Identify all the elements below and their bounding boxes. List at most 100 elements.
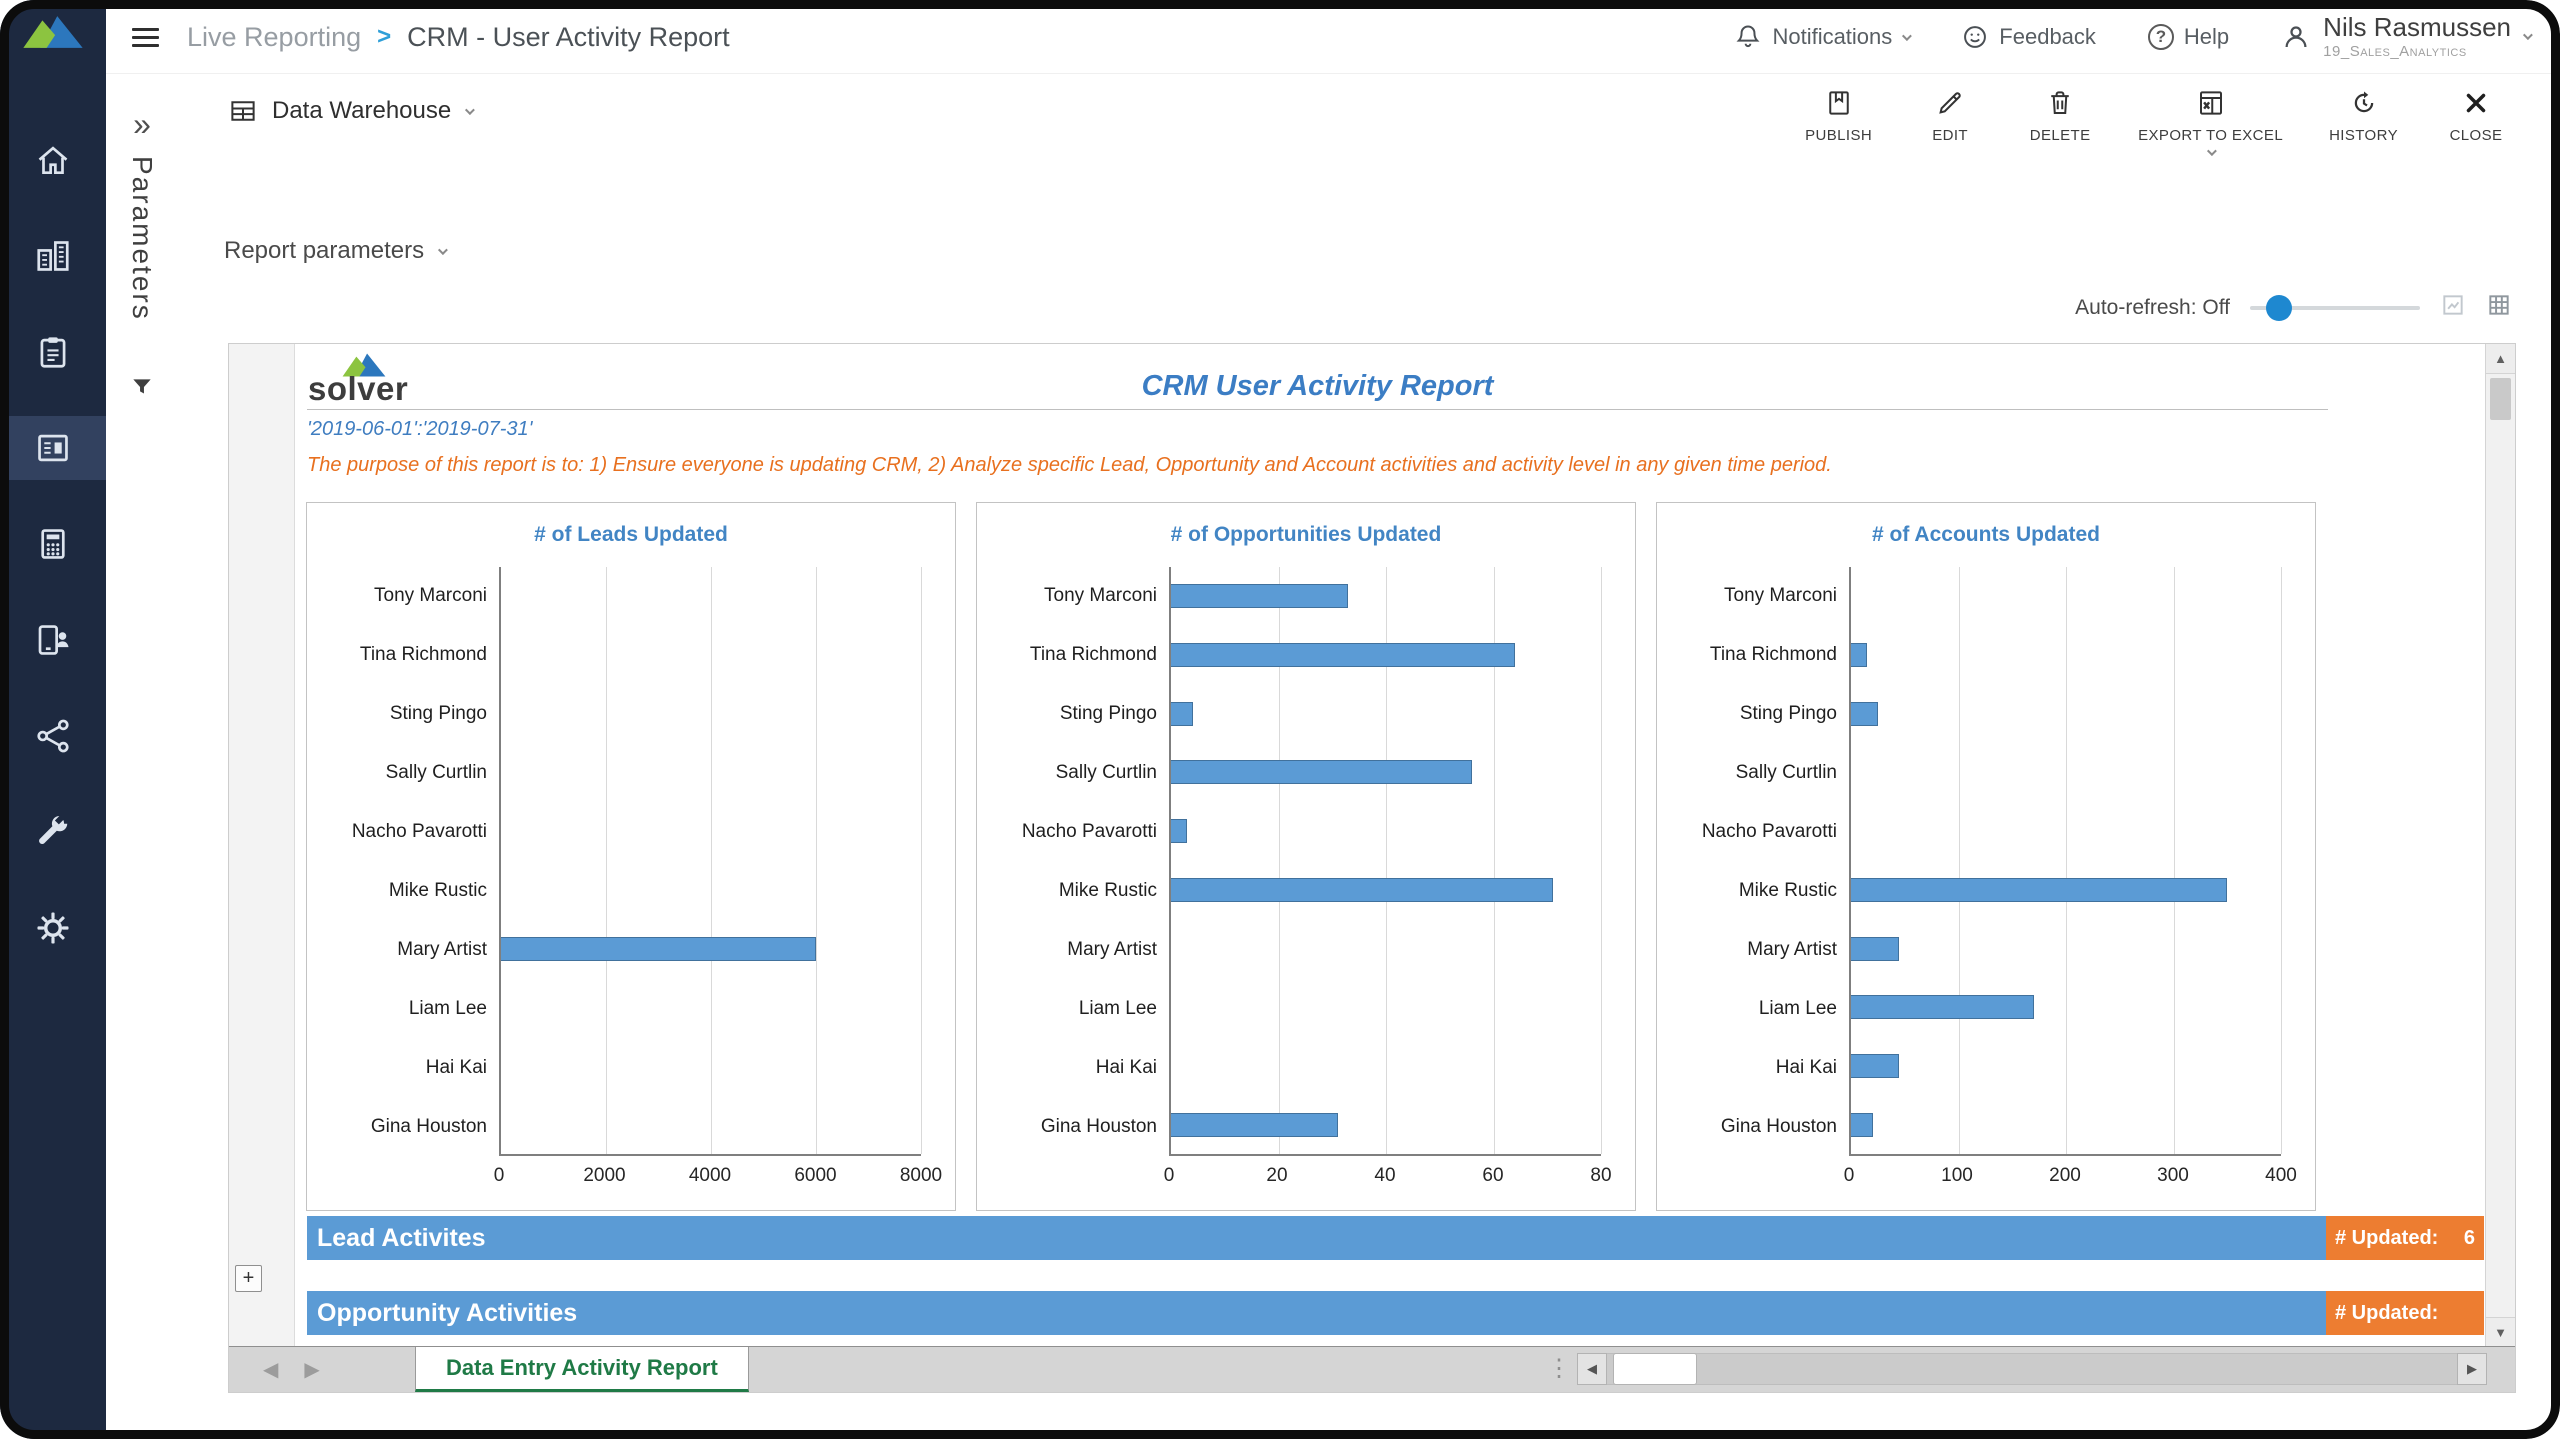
sidebar-item-contacts[interactable] — [0, 592, 106, 688]
close-button[interactable]: CLOSE — [2444, 88, 2508, 156]
vertical-scroll-thumb[interactable] — [2490, 378, 2511, 420]
category-label: Mary Artist — [983, 920, 1169, 979]
sidebar-item-budgeting[interactable] — [0, 496, 106, 592]
axis-tick-label: 6000 — [794, 1165, 836, 1187]
solver-logo-mark[interactable] — [0, 14, 106, 50]
bell-icon — [1734, 23, 1762, 51]
bar-row — [501, 567, 921, 626]
lead-activities-section-header: Lead Activites # Updated: 6 — [307, 1216, 2484, 1260]
close-icon — [2461, 88, 2491, 118]
bar-row — [501, 861, 921, 920]
badge-label: # Updated: — [2335, 1227, 2438, 1250]
sidebar-item-integrations[interactable] — [0, 688, 106, 784]
bar-row — [1171, 1037, 1601, 1096]
category-label: Gina Houston — [313, 1097, 499, 1156]
axis-tick-label: 300 — [2157, 1165, 2189, 1187]
chevron-down-icon — [1902, 31, 1912, 41]
scroll-up-button[interactable]: ▲ — [2486, 344, 2515, 374]
publish-button[interactable]: PUBLISH — [1805, 88, 1872, 156]
category-label: Tony Marconi — [983, 567, 1169, 626]
help-button[interactable]: ? Help — [2148, 24, 2229, 50]
breadcrumb-section[interactable]: Live Reporting — [187, 22, 361, 53]
sidebar-item-organization[interactable] — [0, 208, 106, 304]
next-sheet-button[interactable]: ▶ — [304, 1357, 319, 1382]
vertical-scrollbar[interactable]: ▲ ▼ — [2485, 344, 2515, 1347]
category-label: Sting Pingo — [983, 685, 1169, 744]
previous-sheet-button[interactable]: ◀ — [263, 1357, 278, 1382]
expand-group-button[interactable]: + — [235, 1265, 262, 1292]
category-label: Nacho Pavarotti — [1663, 803, 1849, 862]
feedback-button[interactable]: Feedback — [1961, 23, 2096, 51]
section-title: Lead Activites — [307, 1216, 2326, 1260]
contact-device-icon — [34, 621, 72, 659]
bar — [1851, 995, 2034, 1019]
sidebar-nav — [0, 112, 106, 976]
gridline — [2281, 567, 2282, 1154]
user-menu[interactable]: Nils Rasmussen 19_Sales_Analytics — [2281, 13, 2530, 60]
scroll-right-button[interactable]: ▶ — [2457, 1353, 2487, 1385]
datasource-label: Data Warehouse — [272, 97, 451, 125]
sidebar-item-tasks[interactable] — [0, 304, 106, 400]
horizontal-scroll-track[interactable] — [1577, 1353, 2487, 1385]
horizontal-scroll-thumb[interactable] — [1613, 1353, 1697, 1385]
sidebar — [0, 0, 106, 1439]
bar — [1171, 760, 1472, 784]
notifications-label: Notifications — [1772, 24, 1892, 50]
sidebar-item-settings[interactable] — [0, 880, 106, 976]
bar — [1851, 702, 1878, 726]
sidebar-item-admin-tools[interactable] — [0, 784, 106, 880]
bar-row — [1171, 978, 1601, 1037]
bar-row — [1851, 743, 2281, 802]
data-warehouse-icon — [228, 96, 258, 126]
parameters-label[interactable]: Parameters — [126, 156, 158, 321]
smiley-icon — [1961, 23, 1989, 51]
export-to-excel-button[interactable]: EXPORT TO EXCEL — [2138, 88, 2283, 156]
axis-tick-label: 60 — [1482, 1165, 1503, 1187]
bar-row — [501, 626, 921, 685]
filter-funnel-icon[interactable] — [129, 374, 155, 405]
bar-row — [1851, 567, 2281, 626]
datasource-dropdown[interactable]: Data Warehouse — [228, 96, 472, 126]
badge-value: 6 — [2464, 1227, 2475, 1250]
axis-tick-label: 40 — [1374, 1165, 1395, 1187]
category-label: Gina Houston — [983, 1097, 1169, 1156]
grid-view-toggle-icon[interactable] — [2486, 292, 2512, 323]
category-label: Gina Houston — [1663, 1097, 1849, 1156]
page-title: CRM - User Activity Report — [407, 22, 730, 53]
chart-category-axis: Tony MarconiTina RichmondSting PingoSall… — [1663, 567, 1849, 1198]
report-title: CRM User Activity Report — [307, 370, 2328, 403]
wrench-icon — [34, 813, 72, 851]
bar — [1171, 702, 1193, 726]
auto-refresh-slider[interactable] — [2250, 295, 2420, 321]
notifications-menu[interactable]: Notifications — [1734, 23, 1909, 51]
slider-knob[interactable] — [2266, 295, 2292, 321]
sidebar-item-live-reporting[interactable] — [0, 416, 106, 480]
title-underline — [307, 409, 2328, 410]
axis-tick-label: 8000 — [900, 1165, 942, 1187]
user-workspace: 19_Sales_Analytics — [2323, 43, 2511, 60]
category-label: Hai Kai — [313, 1038, 499, 1097]
publish-icon — [1824, 88, 1854, 118]
edit-button[interactable]: EDIT — [1918, 88, 1982, 156]
report-parameters-toggle[interactable]: Report parameters — [224, 237, 445, 265]
history-button[interactable]: HISTORY — [2329, 88, 2398, 156]
scroll-left-button[interactable]: ◀ — [1577, 1353, 1607, 1385]
sheet-tab[interactable]: Data Entry Activity Report — [415, 1347, 749, 1392]
bar-row — [1851, 861, 2281, 920]
report-purpose: The purpose of this report is to: 1) Ens… — [307, 454, 1832, 477]
bar — [1851, 1054, 1899, 1078]
hamburger-menu-icon[interactable] — [132, 28, 159, 47]
category-label: Mary Artist — [1663, 920, 1849, 979]
bar-row — [501, 1037, 921, 1096]
charts-row: # of Leads Updated Tony MarconiTina Rich… — [306, 502, 2316, 1211]
delete-button[interactable]: DELETE — [2028, 88, 2092, 156]
axis-tick-label: 80 — [1590, 1165, 1611, 1187]
expand-parameters-icon[interactable]: » — [133, 108, 151, 140]
section-badge: # Updated: 6 — [2326, 1216, 2484, 1260]
opportunity-activities-section-header: Opportunity Activities # Updated: — [307, 1291, 2484, 1335]
scroll-down-button[interactable]: ▼ — [2486, 1317, 2515, 1347]
opportunities-updated-chart: # of Opportunities Updated Tony MarconiT… — [976, 502, 1636, 1211]
sidebar-item-home[interactable] — [0, 112, 106, 208]
splitter-handle-icon[interactable]: ⋮ — [1547, 1354, 1571, 1383]
chart-view-toggle-icon[interactable] — [2440, 292, 2466, 323]
